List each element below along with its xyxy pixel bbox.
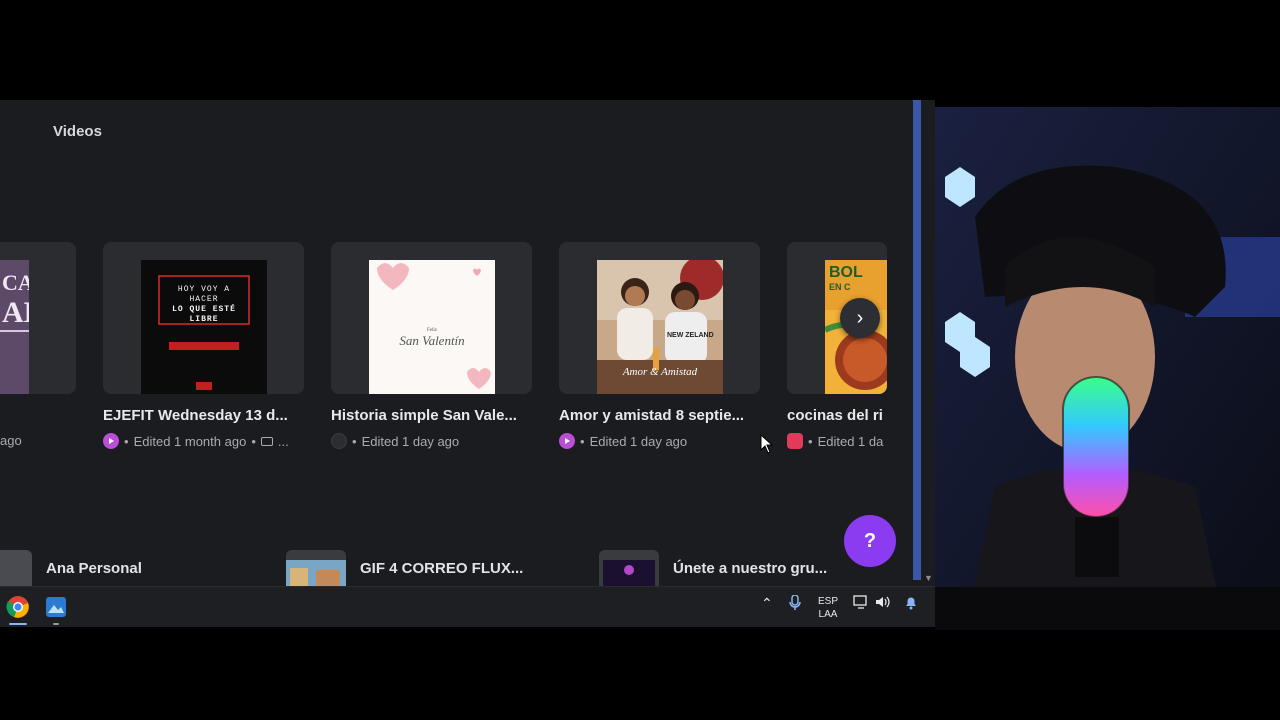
volume-icon[interactable] <box>875 595 891 612</box>
design-title[interactable]: EJEFIT Wednesday 13 d... <box>103 407 303 424</box>
design-thumbnail: CA AL <box>0 260 29 394</box>
design-meta: • Edited 1 month ago • ... <box>103 433 303 449</box>
thumb-line: San Valentín <box>399 333 465 348</box>
design-title[interactable]: Historia simple San Vale... <box>331 407 531 424</box>
thumb-line: BOL <box>829 264 863 281</box>
design-meta: • Edited 1 day ago <box>559 433 759 449</box>
notification-bell-icon[interactable] <box>904 595 918 613</box>
meta-dot: • <box>124 433 129 449</box>
edited-time: Edited 1 da <box>817 433 884 449</box>
design-card-ejefit[interactable]: HOY VOY A HACER LO QUE ESTÉ LIBRE <box>103 242 304 394</box>
video-badge-icon <box>103 433 119 449</box>
design-card-san-valentin[interactable]: Feliz San Valentín <box>331 242 532 394</box>
thumb-line: EN C <box>829 282 851 292</box>
meta-dot: • <box>808 433 813 449</box>
folder-hint: ... <box>277 433 289 449</box>
carousel-next-button[interactable]: › <box>840 298 880 338</box>
design-card-amor-amistad[interactable]: NEW ZELAND Amor & Amistad <box>559 242 760 394</box>
folder-name: Únete a nuestro gru... <box>673 559 828 577</box>
scrollbar-thumb[interactable] <box>913 100 921 580</box>
design-thumbnail: HOY VOY A HACER LO QUE ESTÉ LIBRE <box>141 260 267 394</box>
thumb-text: HOY VOY A HACER LO QUE ESTÉ LIBRE <box>141 285 267 325</box>
meta-dot: • <box>352 433 357 449</box>
docs-badge-icon <box>331 433 347 449</box>
edited-time: Edited 1 month ago <box>133 433 247 449</box>
active-indicator <box>9 623 27 625</box>
design-title[interactable]: cocinas del ri <box>787 407 887 424</box>
canva-home-screen: Videos CA AL ago <box>0 100 935 627</box>
thumb-line: LIBRE <box>189 315 219 324</box>
thumb-text: BOL EN C <box>829 264 863 292</box>
folder-name: Ana Personal <box>46 559 142 577</box>
meta-dot: • <box>580 433 585 449</box>
design-title[interactable]: Amor y amistad 8 septie... <box>559 407 759 424</box>
thumb-text: Feliz San Valentín <box>369 328 495 349</box>
chrome-icon[interactable] <box>6 595 30 619</box>
svg-text:AL: AL <box>2 296 29 329</box>
folder-thumbnail <box>286 550 346 586</box>
mouse-cursor-icon <box>760 434 774 454</box>
webcam-feed-image <box>935 107 1280 630</box>
chevron-right-icon: › <box>856 306 864 329</box>
instagram-badge-icon <box>787 433 803 449</box>
chevron-up-icon[interactable]: ⌃ <box>761 595 773 612</box>
windows-taskbar: ⌃ ESP LAA <box>0 586 935 627</box>
microphone-icon[interactable] <box>789 594 801 614</box>
video-badge-icon <box>559 433 575 449</box>
thumb-line: LO QUE ESTÉ <box>172 305 236 314</box>
svg-text:CA: CA <box>2 270 29 295</box>
thumb-line: NEW ZELAND <box>667 332 714 339</box>
design-thumbnail: NEW ZELAND Amor & Amistad <box>597 260 723 394</box>
network-icon[interactable] <box>853 595 869 612</box>
meta-dot: • <box>251 433 256 449</box>
design-meta: • Edited 1 da <box>787 433 887 449</box>
language-code: ESP <box>818 596 839 607</box>
folder-item[interactable]: Únete a nuestro gru... <box>599 550 827 586</box>
folder-item[interactable]: GIF 4 CORREO FLUX... <box>286 550 523 586</box>
help-button[interactable]: ? <box>844 515 896 567</box>
edited-time: Edited 1 day ago <box>589 433 688 449</box>
running-indicator <box>53 623 59 625</box>
photos-app-icon[interactable] <box>44 595 68 619</box>
design-meta: • Edited 1 day ago <box>331 433 531 449</box>
keyboard-layout: LAA <box>818 609 838 620</box>
folder-item[interactable]: Ana Personal <box>0 550 142 586</box>
thumb-line: HACER <box>189 295 219 304</box>
thumb-line: Amor & Amistad <box>622 366 698 378</box>
design-thumbnail: Feliz San Valentín <box>369 260 495 394</box>
edited-time: ago <box>0 433 22 448</box>
folder-name: GIF 4 CORREO FLUX... <box>360 559 524 577</box>
folder-thumbnail <box>0 550 32 586</box>
language-indicator[interactable]: ESP LAA <box>818 595 838 621</box>
folder-icon <box>260 436 273 446</box>
webcam-overlay <box>935 107 1280 630</box>
thumb-line: HOY VOY A <box>177 285 231 294</box>
folder-thumbnail <box>599 550 659 586</box>
design-meta: ago <box>0 433 40 448</box>
design-card-partial[interactable]: CA AL <box>0 242 76 394</box>
scroll-down-arrow-icon[interactable]: ▼ <box>924 573 933 583</box>
tab-videos[interactable]: Videos <box>53 123 102 140</box>
edited-time: Edited 1 day ago <box>361 433 460 449</box>
recording-frame: Videos CA AL ago <box>0 0 1280 720</box>
